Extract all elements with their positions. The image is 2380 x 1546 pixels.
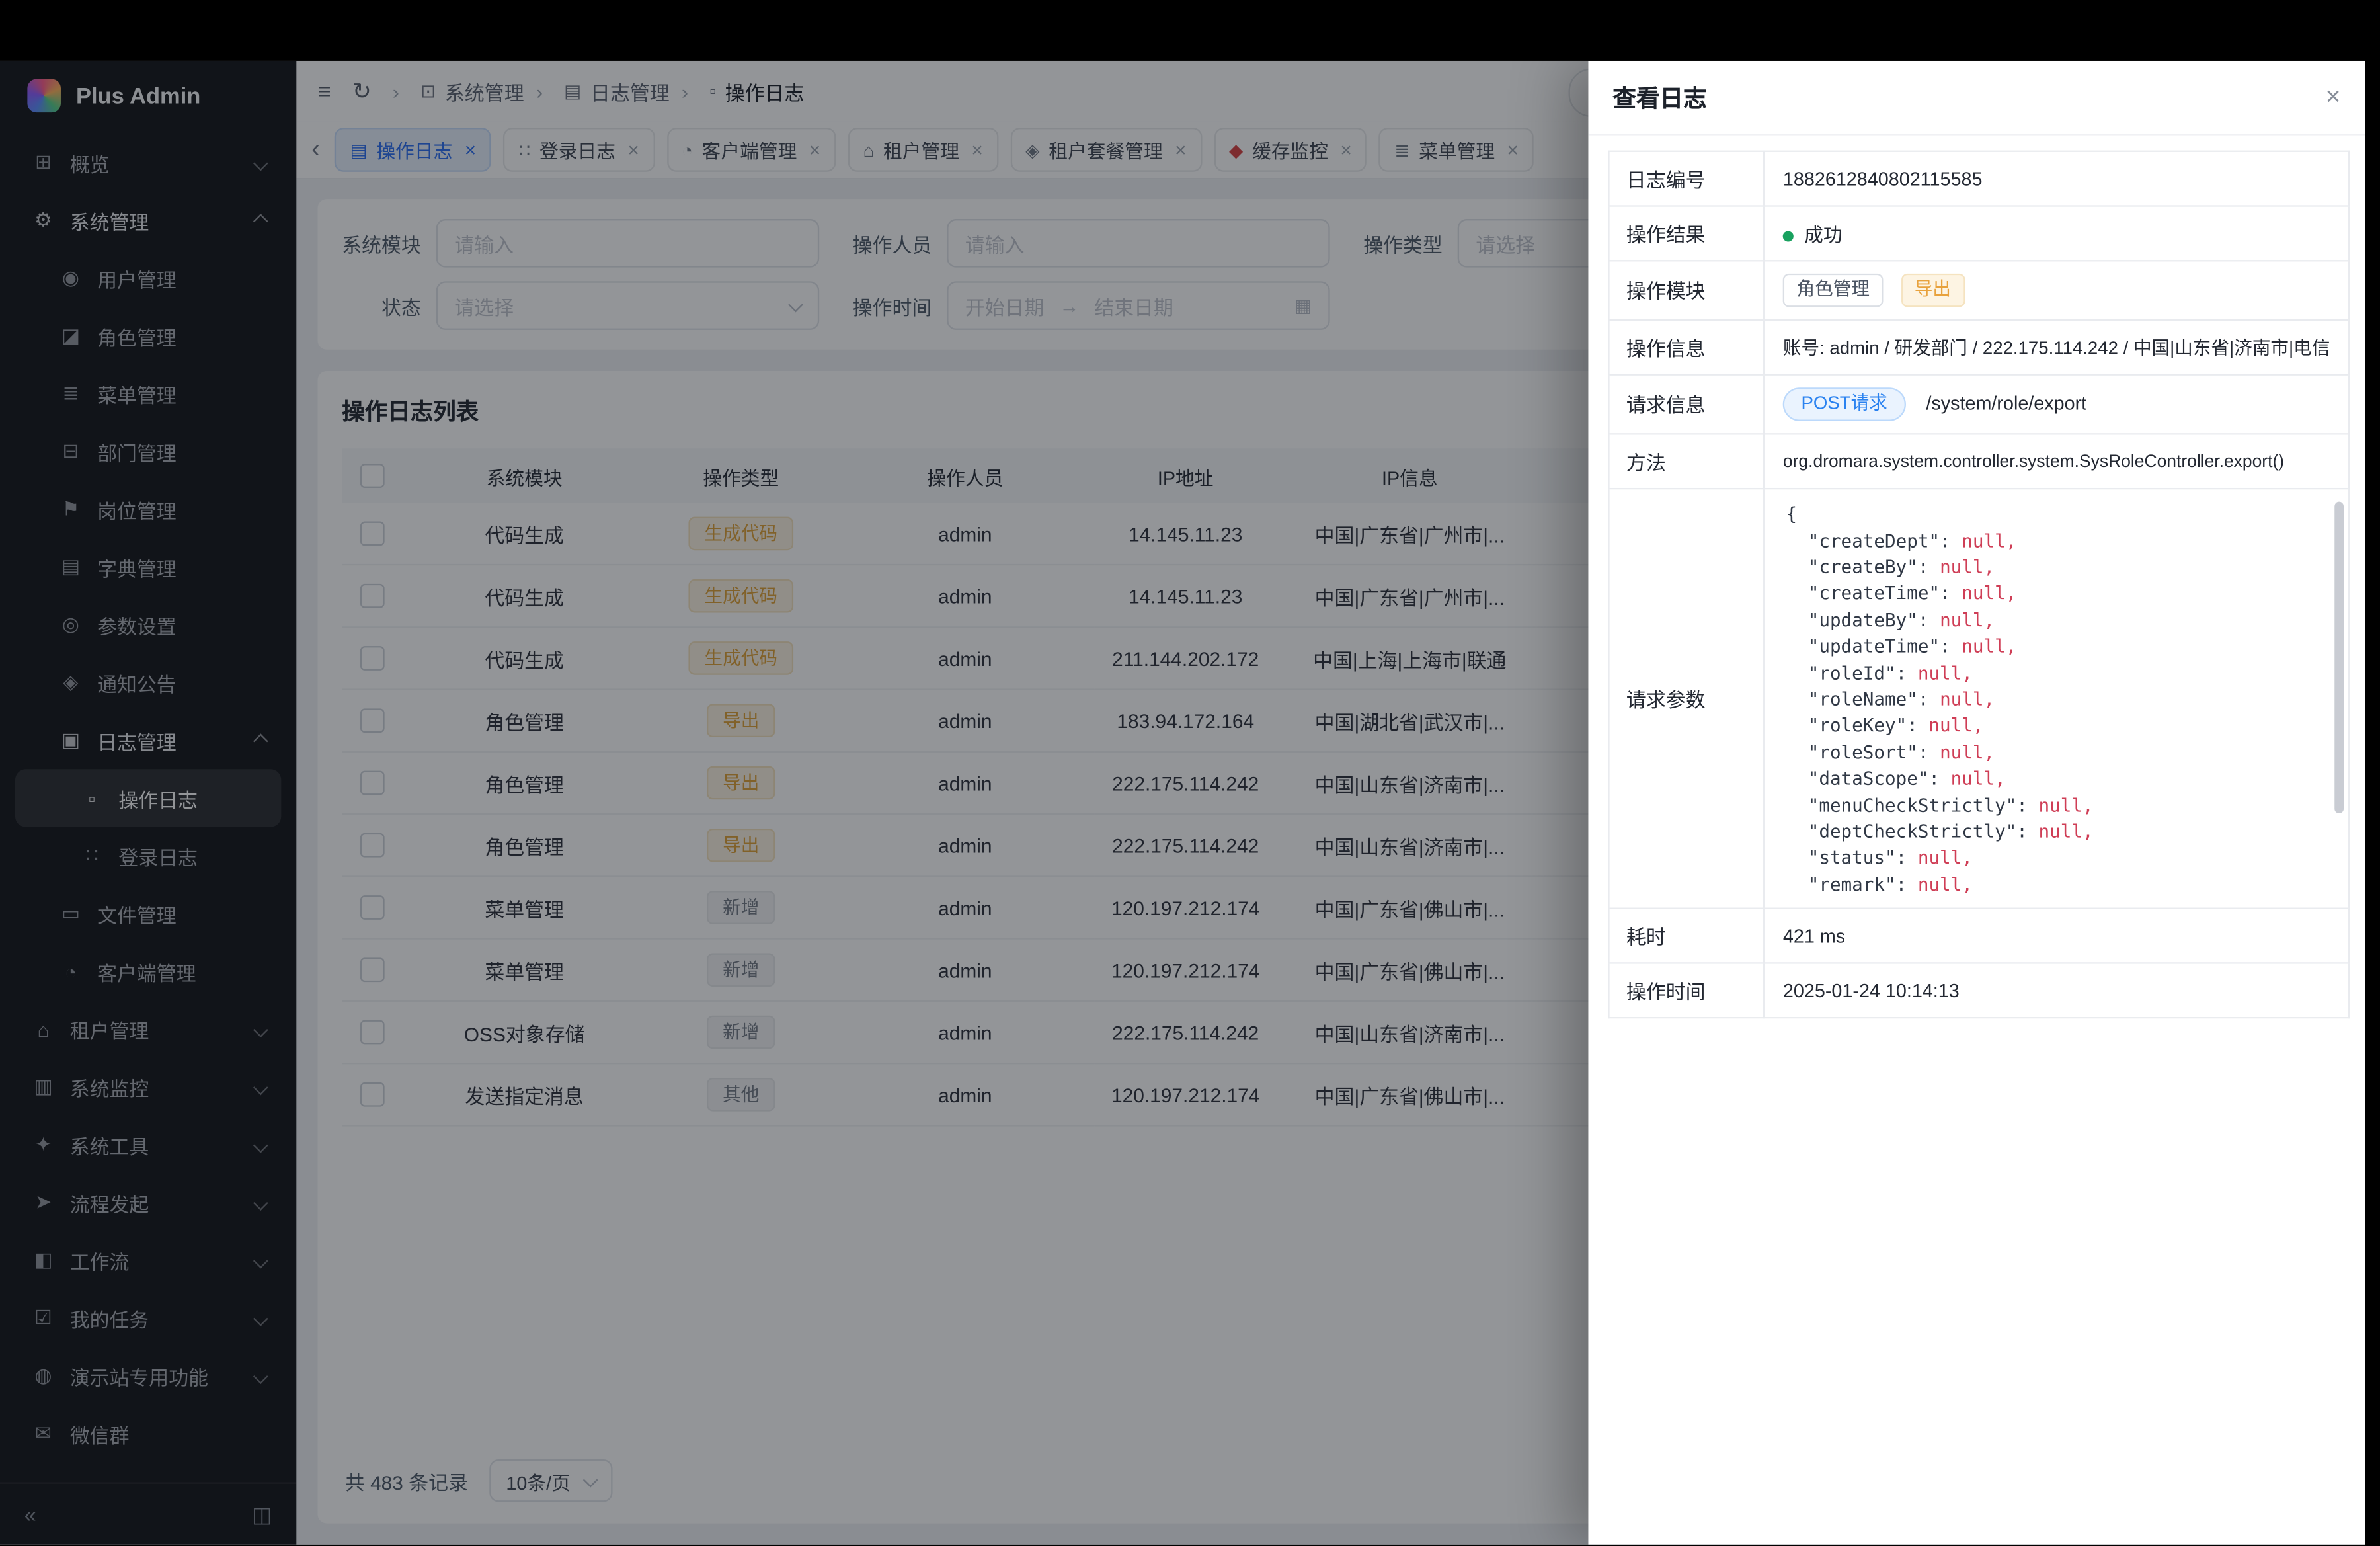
json-key: "deptCheckStrictly": [1786, 821, 2039, 842]
detail-row-duration: 耗时 421 ms [1608, 909, 2349, 963]
json-line: "deptCheckStrictly": null, [1786, 819, 2321, 846]
json-key: "createBy": [1786, 556, 1940, 577]
detail-label: 日志编号 [1608, 151, 1764, 206]
json-key: "createDept": [1786, 530, 1962, 551]
json-null-value: null, [1962, 530, 2016, 551]
request-path-value: /system/role/export [1926, 392, 2086, 413]
json-null-value: null, [1940, 689, 1995, 710]
json-key: "roleKey": [1786, 715, 1929, 737]
detail-row-result: 操作结果 成功 [1608, 206, 2349, 261]
json-line: "roleSort": null, [1786, 740, 2321, 766]
screen: Plus Admin ⊞ 概览 ⚙ 系统管理 [0, 0, 2380, 1546]
view-log-drawer: 查看日志 × 日志编号 1882612840802115585 操作结果 成功 … [1588, 61, 2365, 1545]
close-icon[interactable]: × [2326, 82, 2341, 112]
export-tag: 导出 [1901, 274, 1965, 307]
duration-value: 421 ms [1764, 909, 2349, 963]
detail-row-request: 请求信息 POST请求 /system/role/export [1608, 374, 2349, 434]
detail-row-time: 操作时间 2025-01-24 10:14:13 [1608, 963, 2349, 1018]
json-line: "roleKey": null, [1786, 713, 2321, 740]
post-request-tag: POST请求 [1783, 387, 1906, 421]
detail-label: 请求信息 [1608, 374, 1764, 434]
json-line: "roleId": null, [1786, 661, 2321, 687]
json-key: "status": [1786, 848, 1918, 869]
json-key: "menuCheckStrictly": [1786, 795, 2039, 816]
json-null-value: null, [1951, 768, 2006, 790]
json-key: "updateBy": [1786, 609, 1940, 630]
drawer-body: 日志编号 1882612840802115585 操作结果 成功 操作模块 角色… [1588, 136, 2365, 1019]
json-key: "roleSort": [1786, 742, 1940, 763]
json-key: "dataScope": [1786, 768, 1951, 790]
json-null-value: null, [1928, 715, 1983, 737]
json-key: "createTime": [1786, 583, 1962, 604]
detail-label: 操作时间 [1608, 963, 1764, 1018]
json-null-value: null, [2039, 795, 2094, 816]
module-tag: 角色管理 [1783, 274, 1884, 307]
json-key: "roleId": [1786, 663, 1918, 684]
json-line: "remark": null, [1786, 872, 2321, 899]
params-scrollbar-thumb[interactable] [2334, 502, 2344, 813]
operation-info-value: 账号: admin / 研发部门 / 222.175.114.242 / 中国|… [1764, 319, 2349, 374]
log-id-value: 1882612840802115585 [1764, 151, 2349, 206]
method-value: org.dromara.system.controller.system.Sys… [1764, 434, 2349, 489]
json-line: "dataScope": null, [1786, 766, 2321, 793]
detail-row-info: 操作信息 账号: admin / 研发部门 / 222.175.114.242 … [1608, 319, 2349, 374]
json-key: { [1786, 503, 1798, 524]
json-line: "menuCheckStrictly": null, [1786, 793, 2321, 819]
log-detail-table: 日志编号 1882612840802115585 操作结果 成功 操作模块 角色… [1608, 151, 2350, 1019]
detail-row-method: 方法 org.dromara.system.controller.system.… [1608, 434, 2349, 489]
json-null-value: null, [1918, 663, 1973, 684]
detail-label: 请求参数 [1608, 489, 1764, 909]
json-line: "createBy": null, [1786, 555, 2321, 581]
json-null-value: null, [1940, 742, 1995, 763]
detail-label: 操作结果 [1608, 206, 1764, 261]
json-null-value: null, [1962, 635, 2016, 657]
json-key: "roleName": [1786, 689, 1940, 710]
app-window: Plus Admin ⊞ 概览 ⚙ 系统管理 [0, 61, 2365, 1545]
request-params-json[interactable]: { "createDept": null, "createBy": null, … [1765, 490, 2348, 908]
detail-label: 操作信息 [1608, 319, 1764, 374]
json-null-value: null, [1918, 874, 1973, 895]
drawer-title: 查看日志 [1612, 81, 1707, 114]
json-line: "status": null, [1786, 846, 2321, 872]
json-line: "createTime": null, [1786, 581, 2321, 608]
result-value: 成功 [1804, 225, 1843, 246]
json-key: "updateTime": [1786, 635, 1962, 657]
success-dot-icon [1783, 231, 1794, 241]
json-line: "updateBy": null, [1786, 608, 2321, 634]
json-line: "updateTime": null, [1786, 634, 2321, 661]
detail-label: 操作模块 [1608, 261, 1764, 319]
json-line: "roleName": null, [1786, 687, 2321, 713]
detail-row-params: 请求参数 { "createDept": null, "createBy": n… [1608, 489, 2349, 909]
detail-row-id: 日志编号 1882612840802115585 [1608, 151, 2349, 206]
json-null-value: null, [1918, 848, 1973, 869]
json-null-value: null, [2039, 821, 2094, 842]
json-null-value: null, [1940, 609, 1995, 630]
params-scrollbar [2334, 502, 2344, 895]
json-line: { [1786, 502, 2321, 528]
drawer-header: 查看日志 × [1588, 61, 2365, 136]
detail-row-module: 操作模块 角色管理 导出 [1608, 261, 2349, 319]
detail-label: 耗时 [1608, 909, 1764, 963]
json-key: "remark": [1786, 874, 1918, 895]
json-line: "createDept": null, [1786, 528, 2321, 555]
detail-label: 方法 [1608, 434, 1764, 489]
json-null-value: null, [1940, 556, 1995, 577]
json-null-value: null, [1962, 583, 2016, 604]
operation-time-value: 2025-01-24 10:14:13 [1764, 963, 2349, 1018]
